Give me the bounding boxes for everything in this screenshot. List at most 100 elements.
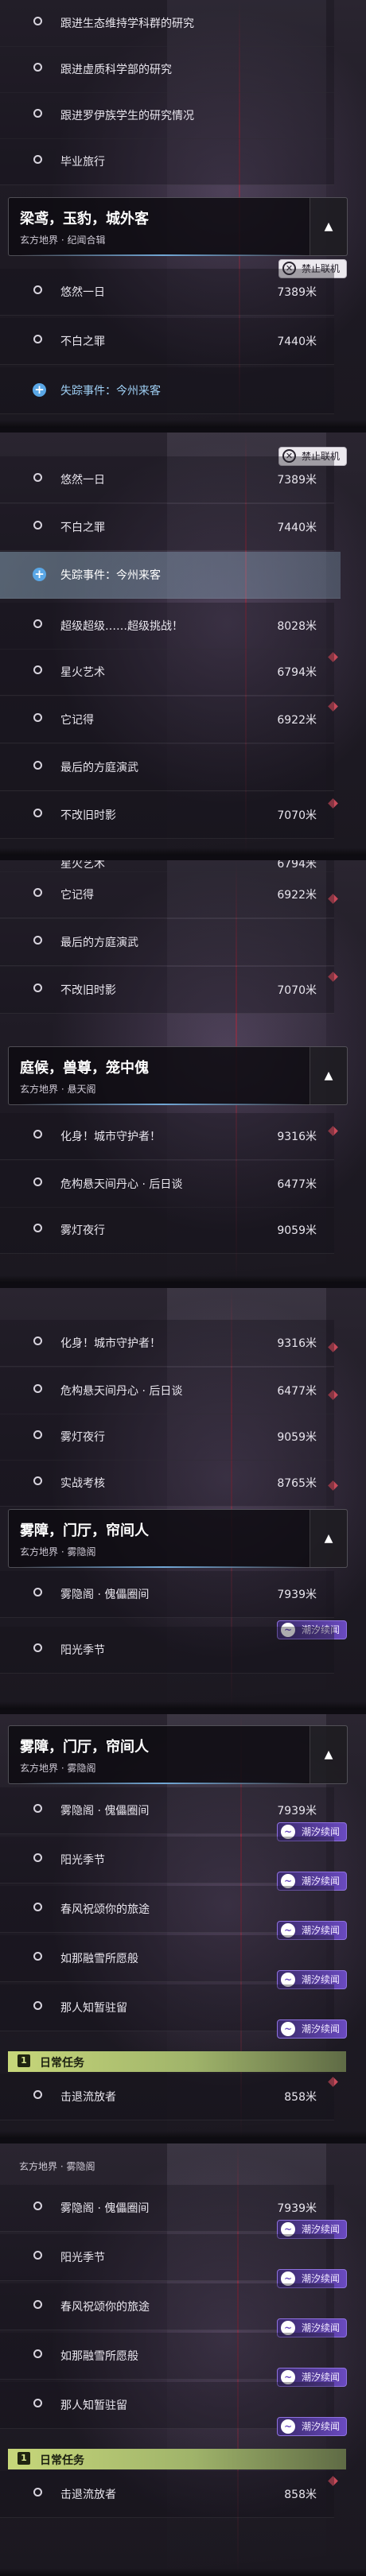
quest-row[interactable]: 雾隐阁 · 傀儡圈间 7939米: [0, 1571, 334, 1618]
panel-1: 跟进生态维持学科群的研究 跟进虚质科学部的研究 跟进罗伊族学生的研究情况 毕业旅…: [0, 0, 366, 428]
quest-label: 毕业旅行: [60, 156, 105, 169]
tide-wave-icon: ~: [280, 2419, 295, 2434]
quest-status-circle-icon: [33, 1588, 42, 1596]
quest-status-circle-icon: [33, 1224, 42, 1232]
quest-label: 阳光季节: [60, 2252, 105, 2264]
quest-label: 悠然一日: [60, 474, 105, 487]
quest-row[interactable]: 它记得 6922米: [0, 871, 334, 918]
quest-row[interactable]: 击退流放者 858米: [0, 2471, 334, 2518]
quest-distance: 7440米: [277, 336, 317, 348]
panel-5: 雾障，门厅，帘间人 玄方地界 · 雾隐阁 ▲ 雾隐阁 · 傀儡圈间 7939米 …: [0, 1714, 366, 2139]
quest-row[interactable]: 击退流放者 858米: [0, 2074, 334, 2120]
quest-label: 不改旧时影: [60, 984, 116, 997]
quest-status-circle-icon: [33, 2090, 42, 2099]
quest-group-header[interactable]: 雾障，门厅，帘间人 玄方地界 · 雾隐阁 ▲: [8, 1509, 348, 1568]
quest-label: 不改旧时影: [60, 809, 116, 822]
quest-row[interactable]: 雾灯夜行 9059米: [0, 1207, 334, 1254]
quest-label: 雾隐阁 · 傀儡圈间: [60, 2202, 150, 2215]
quest-status-circle-icon: [33, 888, 42, 897]
daily-tasks-header[interactable]: 1 日常任务: [8, 2051, 346, 2072]
quest-status-circle-icon: [33, 1853, 42, 1862]
quest-distance: 6922米: [277, 714, 317, 727]
quest-label: 雾隐阁 · 傀儡圈间: [60, 1805, 150, 1818]
quest-label: 星火艺术: [60, 860, 105, 871]
quest-status-circle-icon: [33, 1177, 42, 1186]
quest-row[interactable]: 它记得 6922米: [0, 696, 334, 743]
quest-status-circle-icon: [33, 713, 42, 722]
quest-group-header[interactable]: 雾障，门厅，帘间人 玄方地界 · 雾隐阁 ▲: [8, 1725, 348, 1784]
quest-group-header[interactable]: 庭候，兽尊，笼中傀 玄方地界 · 悬天阁 ▲: [8, 1046, 348, 1105]
daily-tasks-header[interactable]: 1 日常任务: [8, 2449, 346, 2469]
quest-row[interactable]: 雾灯夜行 9059米: [0, 1414, 334, 1461]
tide-badge-label: 潮汐续闻: [301, 2023, 340, 2035]
collapse-chevron-up-icon[interactable]: ▲: [310, 1510, 347, 1567]
collapse-chevron-up-icon[interactable]: ▲: [310, 198, 347, 255]
quest-label: 跟进罗伊族学生的研究情况: [60, 110, 194, 122]
quest-status-circle-icon: [33, 1952, 42, 1961]
quest-row[interactable]: 不改旧时影 7070米: [0, 967, 334, 1014]
quest-label: 危构悬天间丹心 · 后日谈: [60, 1178, 183, 1191]
track-plus-icon[interactable]: +: [33, 568, 46, 581]
quest-row-selected[interactable]: + 失踪事件：今州来客: [0, 552, 341, 599]
quest-status-circle-icon: [33, 761, 42, 770]
quest-row[interactable]: 化身！城市守护者！ 9316米: [0, 1113, 334, 1160]
group-title: 雾障，门厅，帘间人: [20, 1523, 149, 1539]
quest-row[interactable]: + 失踪事件：今州来客: [0, 367, 334, 414]
quest-status-circle-icon: [33, 335, 42, 343]
quest-distance: 6794米: [277, 666, 317, 679]
quest-label: 不白之罪: [60, 522, 105, 534]
quest-label: 星火艺术: [60, 666, 105, 679]
quest-row[interactable]: 阳光季节: [0, 1627, 334, 1674]
group-subtitle: 玄方地界 · 雾隐阁: [19, 2161, 95, 2172]
quest-label: 失踪事件：今州来客: [60, 569, 161, 582]
quest-row[interactable]: 危构悬天间丹心 · 后日谈 6477米: [0, 1368, 334, 1414]
quest-distance: 8028米: [277, 620, 317, 633]
group-subtitle: 玄方地界 · 纪闻合辑: [20, 235, 106, 246]
quest-row[interactable]: 悠然一日 7389米: [0, 269, 334, 316]
quest-label: 春风祝颂你的旅途: [60, 2301, 150, 2314]
quest-row[interactable]: 星火艺术 6794米: [0, 649, 334, 696]
quest-status-circle-icon: [33, 2202, 42, 2210]
quest-distance: 9059米: [277, 1224, 317, 1237]
header-accent-line: [20, 1566, 307, 1568]
quest-row[interactable]: 不改旧时影 7070米: [0, 792, 334, 839]
quest-row[interactable]: 最后的方庭演武: [0, 744, 334, 791]
daily-tasks-label: 日常任务: [40, 2057, 84, 2070]
quest-status-circle-icon: [33, 2349, 42, 2358]
quest-row[interactable]: 最后的方庭演武: [0, 919, 334, 966]
quest-label: 那人知暂驻留: [60, 2399, 127, 2412]
quest-row[interactable]: 毕业旅行: [0, 138, 334, 185]
quest-row[interactable]: 跟进生态维持学科群的研究: [0, 0, 334, 47]
quest-row[interactable]: 跟进罗伊族学生的研究情况: [0, 92, 334, 139]
tide-badge-label: 潮汐续闻: [301, 2322, 340, 2334]
tide-badge-label: 潮汐续闻: [301, 1974, 340, 1985]
quest-status-circle-icon: [33, 1643, 42, 1652]
quest-label: 阳光季节: [60, 1854, 105, 1867]
header-accent-line: [20, 254, 307, 256]
daily-task-icon: 1: [18, 2452, 30, 2465]
quest-row[interactable]: 悠然一日 7389米: [0, 456, 334, 503]
quest-label: 危构悬天间丹心 · 后日谈: [60, 1385, 183, 1398]
tide-badge-label: 潮汐续闻: [301, 1925, 340, 1936]
quest-status-circle-icon: [33, 2300, 42, 2309]
quest-row[interactable]: 不白之罪 7440米: [0, 504, 334, 551]
quest-label: 那人知暂驻留: [60, 2002, 127, 2015]
collapse-chevron-up-icon[interactable]: ▲: [310, 1726, 347, 1783]
quest-distance: 7440米: [277, 522, 317, 534]
quest-row[interactable]: 化身！城市守护者！ 9316米: [0, 1320, 334, 1367]
collapse-chevron-up-icon[interactable]: ▲: [310, 1047, 347, 1104]
quest-row[interactable]: 实战考核 8765米: [0, 1460, 334, 1507]
track-plus-icon[interactable]: +: [33, 383, 46, 397]
quest-row[interactable]: 不白之罪 7440米: [0, 318, 334, 365]
tide-continuation-badge: ~ 潮汐续闻: [276, 2417, 347, 2436]
quest-status-circle-icon: [33, 1384, 42, 1393]
quest-row[interactable]: 跟进虚质科学部的研究: [0, 46, 334, 93]
quest-row[interactable]: 超级超级……超级挑战！ 8028米: [0, 603, 334, 650]
quest-status-circle-icon: [33, 665, 42, 674]
panel-6: 玄方地界 · 雾隐阁 雾隐阁 · 傀儡圈间 7939米 ~ 潮汐续闻 阳光季节 …: [0, 2143, 366, 2576]
quest-distance: 7939米: [277, 1805, 317, 1818]
quest-group-header[interactable]: 梁鸢，玉豹，城外客 玄方地界 · 纪闻合辑 ▲: [8, 197, 348, 256]
quest-row[interactable]: 危构悬天间丹心 · 后日谈 6477米: [0, 1161, 334, 1208]
quest-status-circle-icon: [33, 1476, 42, 1485]
quest-row[interactable]: 星火艺术 6794米: [0, 860, 334, 872]
